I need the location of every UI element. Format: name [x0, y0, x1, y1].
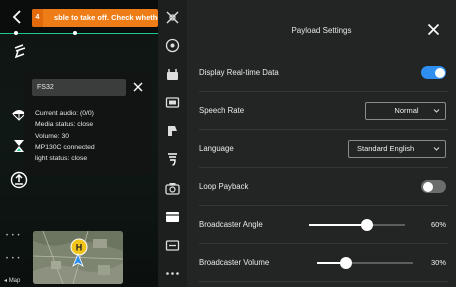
- language-select[interactable]: Standard English: [348, 140, 446, 158]
- setting-broadcaster-volume: Broadcaster Volume 30%: [199, 244, 448, 282]
- slider-thumb[interactable]: [360, 219, 373, 231]
- setting-label: Loop Payback: [199, 182, 249, 191]
- chevron-down-icon: [433, 147, 440, 151]
- flight-path-icon[interactable]: [11, 42, 29, 60]
- broadcaster-angle-slider[interactable]: [309, 219, 405, 231]
- setting-language: Language Standard English: [199, 130, 448, 168]
- device-status-list: Current audio: (0/0) Media status: close…: [35, 108, 95, 164]
- status-dot: [14, 31, 18, 35]
- status-line-connection: MP130C connected: [35, 143, 95, 151]
- status-line-media: Media status: close: [35, 121, 94, 129]
- loop-payback-toggle[interactable]: [421, 180, 446, 193]
- setting-label: Language: [199, 144, 234, 153]
- map-label[interactable]: ◂ Map: [4, 277, 20, 284]
- setting-broadcaster-angle: Broadcaster Angle 60%: [199, 206, 448, 244]
- camera-view: 4 sble to take off. Check whether t FS32…: [0, 0, 158, 287]
- setting-display-realtime: Display Real-time Data: [199, 54, 448, 92]
- panel-title: Payload Settings: [291, 26, 352, 35]
- slider-fill: [309, 224, 367, 226]
- more-icon[interactable]: [164, 265, 181, 282]
- toggle-knob: [434, 67, 445, 78]
- status-line-light: light status: close: [35, 155, 88, 163]
- payload-toolbar: [158, 0, 187, 287]
- setting-loop-payback: Loop Payback: [199, 168, 448, 206]
- gimbal-icon[interactable]: [164, 9, 181, 26]
- status-line: [0, 33, 158, 34]
- payload-icon[interactable]: [164, 66, 181, 83]
- setting-label: Display Real-time Data: [199, 68, 279, 77]
- target-icon[interactable]: [164, 37, 181, 54]
- broadcaster-volume-value: 30%: [430, 258, 446, 267]
- speaker-icon[interactable]: [164, 151, 181, 168]
- broadcaster-volume-slider[interactable]: [317, 257, 413, 269]
- slider-thumb[interactable]: [339, 257, 352, 269]
- takeoff-alert-banner[interactable]: 4 sble to take off. Check whether t: [32, 9, 158, 27]
- home-marker-label: H: [76, 243, 83, 253]
- status-line-audio: Current audio: (0/0): [35, 110, 94, 117]
- close-icon[interactable]: [427, 23, 440, 36]
- camera-box-icon[interactable]: [164, 94, 181, 111]
- payload-settings-panel: Payload Settings Display Real-time Data …: [187, 0, 456, 287]
- toggle-knob: [422, 181, 433, 192]
- setting-label: Speech Rate: [199, 106, 245, 115]
- alert-count: 4: [32, 9, 43, 27]
- status-dot: [73, 31, 77, 35]
- setting-label: Broadcaster Volume: [199, 258, 270, 267]
- setting-label: Broadcaster Angle: [199, 220, 263, 229]
- fs32-status-panel: FS32 Current audio: (0/0) Media status: …: [24, 72, 152, 175]
- back-icon[interactable]: [9, 8, 27, 26]
- spotlight-icon[interactable]: [164, 122, 181, 139]
- card-icon[interactable]: [164, 237, 181, 254]
- setting-speech-rate: Speech Rate Normal: [199, 92, 448, 130]
- more-icon[interactable]: • • •: [6, 256, 21, 262]
- minimap[interactable]: H: [33, 231, 123, 284]
- device-name-field[interactable]: FS32: [32, 79, 126, 96]
- close-icon[interactable]: [132, 81, 144, 93]
- video-icon[interactable]: [164, 208, 181, 225]
- more-icon[interactable]: • • •: [6, 233, 21, 239]
- alert-message: sble to take off. Check whether t: [54, 13, 158, 22]
- broadcaster-angle-value: 60%: [430, 220, 446, 229]
- aircraft-icon: [72, 253, 84, 267]
- language-value: Standard English: [357, 144, 415, 153]
- status-line-volume: Volume: 30: [35, 132, 70, 140]
- chevron-down-icon: [433, 109, 440, 113]
- display-realtime-toggle[interactable]: [421, 66, 446, 79]
- speech-rate-select[interactable]: Normal: [365, 102, 446, 120]
- camera-icon[interactable]: [164, 180, 181, 197]
